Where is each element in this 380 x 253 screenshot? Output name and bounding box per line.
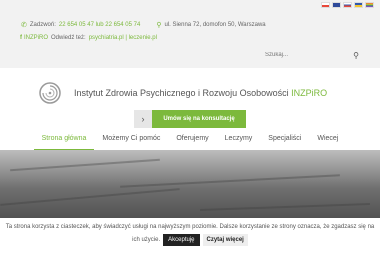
logo-icon[interactable] (38, 81, 62, 105)
map-pin-icon: ⚲ (156, 22, 162, 29)
hero-texture (0, 188, 180, 206)
visit-row: f INZPiRO Odwiedź też: psychiatria.pl | … (20, 35, 157, 41)
hero-texture (200, 203, 370, 211)
phone-numbers[interactable]: 22 654 05 47 lub 22 654 05 74 (59, 22, 140, 28)
nav-item-more[interactable]: Wiecej (309, 132, 346, 150)
consultation-button-label: Umów się na konsultację (152, 110, 246, 128)
nav-item-offer[interactable]: Oferujemy (168, 132, 216, 150)
phone-label: Zadzwoń: (29, 22, 56, 28)
search-box: ⚲ (262, 47, 362, 63)
consultation-button[interactable]: › Umów się na konsultację (134, 110, 246, 128)
flag-ua-icon[interactable] (354, 2, 363, 8)
read-more-button[interactable]: Czytaj więcej (202, 234, 248, 246)
visit-links[interactable]: psychiatria.pl | leczenie.pl (89, 35, 157, 41)
cookie-banner: Ta strona korzysta z ciasteczek, aby świ… (0, 218, 380, 253)
flag-en-icon[interactable] (332, 2, 341, 8)
flag-rainbow-icon[interactable] (365, 2, 374, 8)
cookie-text-end: ich użycie. (132, 237, 161, 243)
hero-texture (120, 174, 340, 188)
site-header: Instytut Zdrowia Psychicznego i Rozwoju … (38, 80, 358, 106)
facebook-icon[interactable]: f (20, 35, 22, 41)
hero-image (0, 150, 380, 220)
visit-label: Odwiedź też: (51, 35, 86, 41)
cookie-text: Ta strona korzysta z ciasteczek, aby świ… (5, 224, 375, 230)
flag-ru-icon[interactable] (343, 2, 352, 8)
nav-item-treatment[interactable]: Leczymy (217, 132, 261, 150)
accept-cookies-button[interactable]: Akceptuję (163, 234, 200, 246)
visit-brand[interactable]: INZPiRO (24, 35, 48, 41)
top-bar: ✆ Zadzwoń: 22 654 05 47 lub 22 654 05 74… (0, 0, 380, 68)
chevron-right-icon: › (134, 110, 152, 128)
phone-icon: ✆ (21, 22, 27, 29)
contact-row: ✆ Zadzwoń: 22 654 05 47 lub 22 654 05 74… (21, 21, 266, 29)
flag-pl-icon[interactable] (321, 2, 330, 8)
address: ⚲ ul. Sienna 72, domofon 50, Warszawa (156, 21, 265, 29)
cookie-actions: ich użycie. Akceptuję Czytaj więcej (0, 234, 380, 246)
nav-item-help[interactable]: Możemy Ci pomóc (94, 132, 168, 150)
hero-texture (10, 158, 160, 172)
language-flags (321, 2, 374, 8)
address-text: ul. Sienna 72, domofon 50, Warszawa (164, 22, 266, 28)
site-title[interactable]: Instytut Zdrowia Psychicznego i Rozwoju … (74, 88, 327, 98)
nav-item-home[interactable]: Strona główna (33, 132, 95, 150)
site-title-text: Instytut Zdrowia Psychicznego i Rozwoju … (74, 88, 289, 98)
search-icon[interactable]: ⚲ (353, 51, 359, 60)
nav-item-specialists[interactable]: Specjaliści (260, 132, 309, 150)
search-input[interactable] (265, 52, 345, 58)
site-title-brand: INZPiRO (291, 88, 328, 98)
main-nav: Strona główna Możemy Ci pomóc Oferujemy … (0, 132, 380, 150)
